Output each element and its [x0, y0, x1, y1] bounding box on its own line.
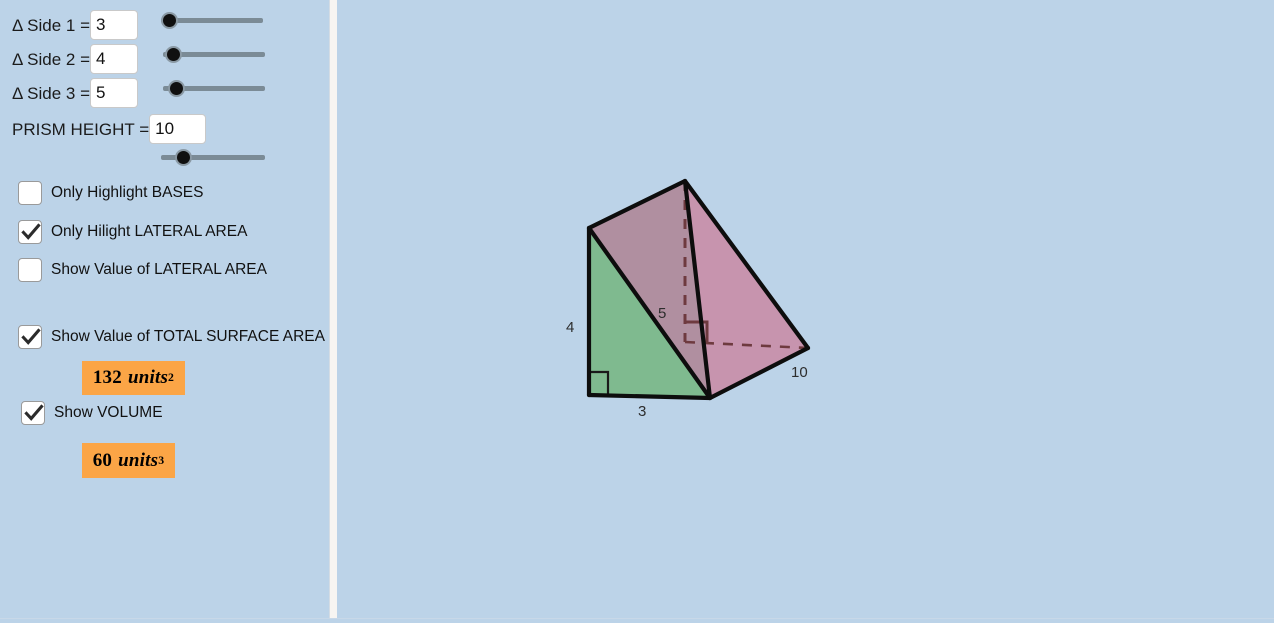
slider-row-side-1: Δ Side 1 = [12, 8, 138, 42]
side-1-slider-knob[interactable] [161, 12, 178, 29]
bottom-border [0, 618, 1274, 623]
only-hilight-lateral-area-checkbox[interactable] [18, 220, 42, 244]
applet-root: Δ Side 1 = Δ Side 2 = Δ Side 3 = PRISM H… [0, 0, 1274, 623]
checkbox-row-show-value-total-surface-area[interactable]: Show Value of TOTAL SURFACE AREA [18, 325, 325, 349]
only-hilight-lateral-area-label: Only Hilight LATERAL AREA [51, 223, 248, 241]
side-3-input[interactable] [90, 78, 138, 108]
side-2-input[interactable] [90, 44, 138, 74]
dimension-label-height-10: 10 [791, 364, 808, 381]
side-3-label: Δ Side 3 = [12, 83, 90, 103]
show-volume-checkbox[interactable] [21, 401, 45, 425]
volume-exponent: 3 [158, 453, 165, 467]
checkbox-row-only-hilight-lateral-area[interactable]: Only Hilight LATERAL AREA [18, 220, 247, 244]
control-panel: Δ Side 1 = Δ Side 2 = Δ Side 3 = PRISM H… [0, 0, 330, 618]
volume-number: 60 [92, 449, 113, 471]
side-2-slider[interactable] [163, 45, 265, 65]
show-value-total-surface-area-label: Show Value of TOTAL SURFACE AREA [51, 328, 325, 346]
prism-height-label: PRISM HEIGHT = [12, 119, 150, 139]
prism-height-slider-knob[interactable] [175, 149, 192, 166]
prism-svg[interactable] [337, 0, 1274, 618]
side-2-slider-knob[interactable] [165, 46, 182, 63]
prism-height-slider[interactable] [161, 148, 265, 168]
checkbox-row-only-highlight-bases[interactable]: Only Highlight BASES [18, 181, 204, 205]
side-3-slider-knob[interactable] [168, 80, 185, 97]
total-surface-area-exponent: 2 [168, 371, 175, 384]
checkmark-icon [21, 223, 41, 240]
triangular-prism-figure[interactable]: 4 5 3 10 [337, 0, 1274, 618]
slider-row-side-3: Δ Side 3 = [12, 76, 138, 110]
show-value-lateral-area-checkbox[interactable] [18, 258, 42, 282]
side-1-input[interactable] [90, 10, 138, 40]
total-surface-area-value-badge: 132 units 2 [82, 361, 185, 395]
panel-divider [330, 0, 337, 618]
checkbox-row-show-value-lateral-area[interactable]: Show Value of LATERAL AREA [18, 258, 267, 282]
side-2-label: Δ Side 2 = [12, 49, 90, 69]
total-surface-area-unit: units [127, 367, 169, 388]
dimension-label-side-4: 4 [566, 319, 575, 336]
show-volume-label: Show VOLUME [54, 404, 163, 422]
dimension-label-side-5: 5 [658, 305, 667, 322]
show-value-total-surface-area-checkbox[interactable] [18, 325, 42, 349]
graphics-view[interactable]: 4 5 3 10 [337, 0, 1274, 618]
checkmark-icon [21, 328, 41, 345]
total-surface-area-number: 132 [92, 367, 122, 388]
side-1-slider[interactable] [161, 11, 263, 31]
only-highlight-bases-label: Only Highlight BASES [51, 184, 204, 202]
dimension-label-side-3: 3 [638, 403, 647, 420]
slider-row-side-2: Δ Side 2 = [12, 42, 138, 76]
only-highlight-bases-checkbox[interactable] [18, 181, 42, 205]
prism-height-input[interactable] [149, 114, 207, 144]
slider-row-prism-height: PRISM HEIGHT = [12, 112, 207, 146]
volume-value-badge: 60 units 3 [82, 443, 175, 478]
volume-unit: units [118, 449, 159, 471]
checkmark-icon [24, 404, 44, 421]
side-1-label: Δ Side 1 = [12, 15, 90, 35]
show-value-lateral-area-label: Show Value of LATERAL AREA [51, 261, 267, 279]
side-3-slider[interactable] [163, 79, 265, 99]
checkbox-row-show-volume[interactable]: Show VOLUME [21, 401, 163, 425]
